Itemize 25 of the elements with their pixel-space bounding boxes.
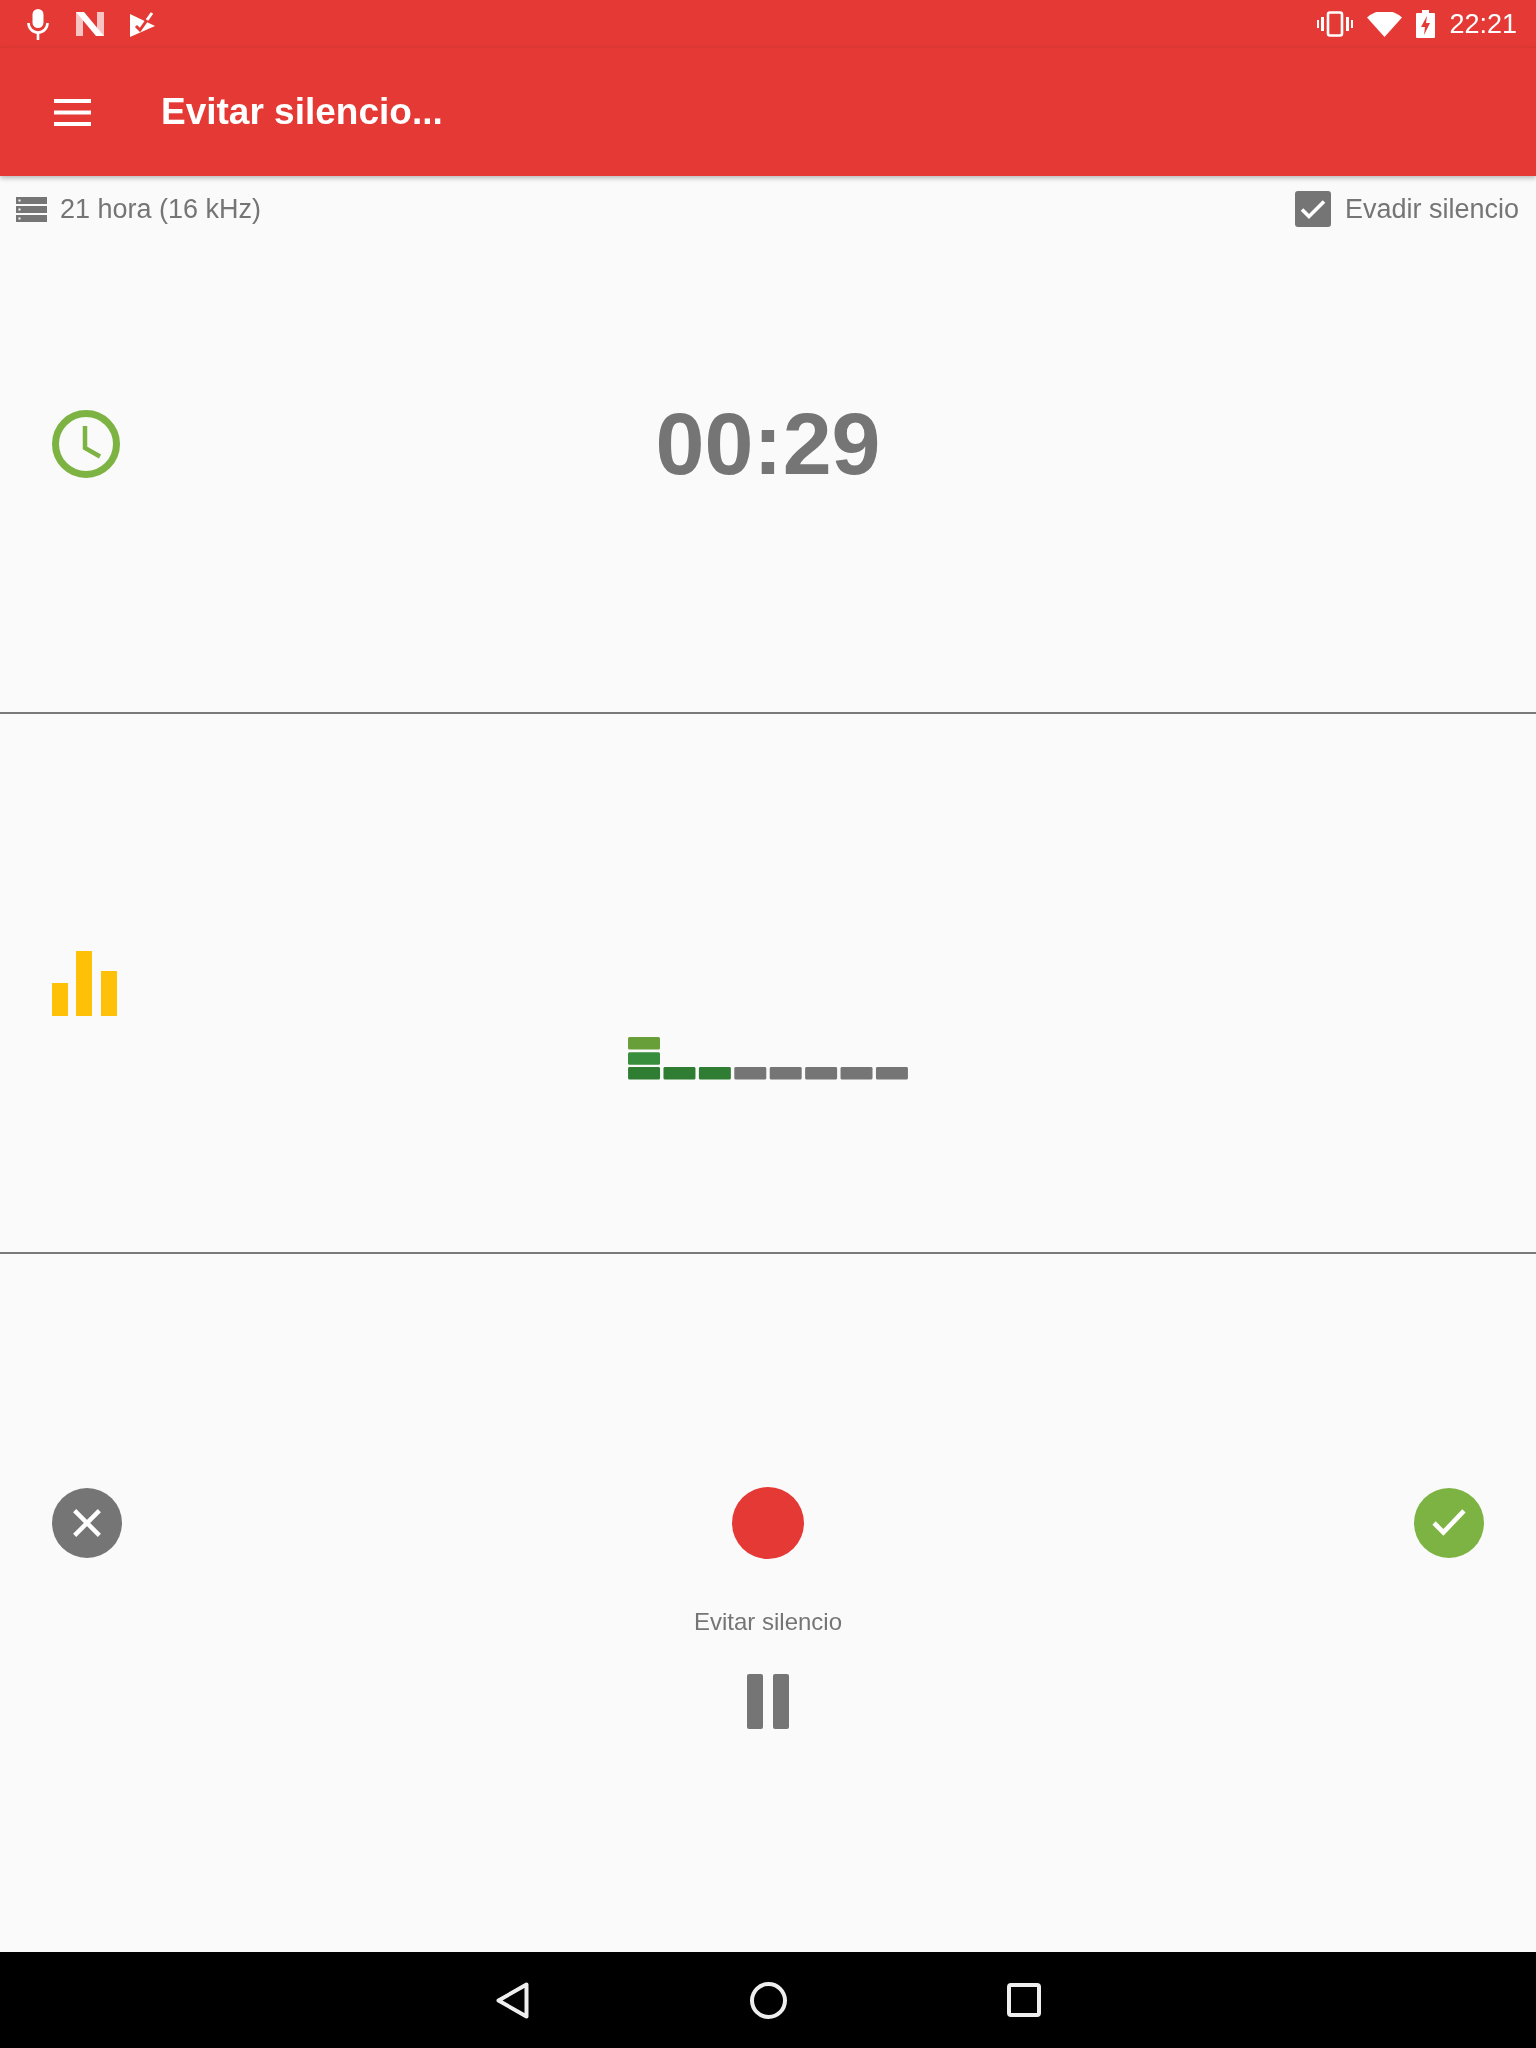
battery-charging-icon: [1416, 10, 1436, 38]
close-icon: [72, 1508, 102, 1538]
back-icon[interactable]: [495, 1981, 529, 2019]
checkmark-icon: [1432, 1509, 1466, 1537]
pause-icon: [747, 1674, 789, 1729]
menu-icon[interactable]: [54, 98, 91, 126]
vibrate-icon: [1317, 11, 1354, 37]
app-title: Evitar silencio...: [161, 91, 443, 133]
storage-info-text: 21 hora (16 kHz): [60, 193, 262, 225]
status-time: 22:21: [1449, 10, 1517, 38]
bar-chart-icon: [52, 950, 118, 1016]
home-icon[interactable]: [749, 1981, 787, 2019]
wifi-icon: [1367, 11, 1403, 37]
storage-icon: [16, 196, 47, 222]
elapsed-time: 00:29: [655, 400, 881, 488]
n-logo-icon: [76, 12, 104, 36]
play-check-icon: [130, 11, 155, 37]
pause-button[interactable]: [747, 1674, 789, 1729]
checkbox-label[interactable]: Evadir silencio: [1344, 193, 1519, 225]
recents-icon[interactable]: [1007, 1983, 1041, 2017]
clock-icon: [52, 410, 120, 478]
microphone-icon: [27, 8, 49, 40]
peak-indicator: [628, 1037, 660, 1065]
status-label: Evitar silencio: [693, 1607, 843, 1637]
checkbox[interactable]: [1294, 191, 1331, 227]
